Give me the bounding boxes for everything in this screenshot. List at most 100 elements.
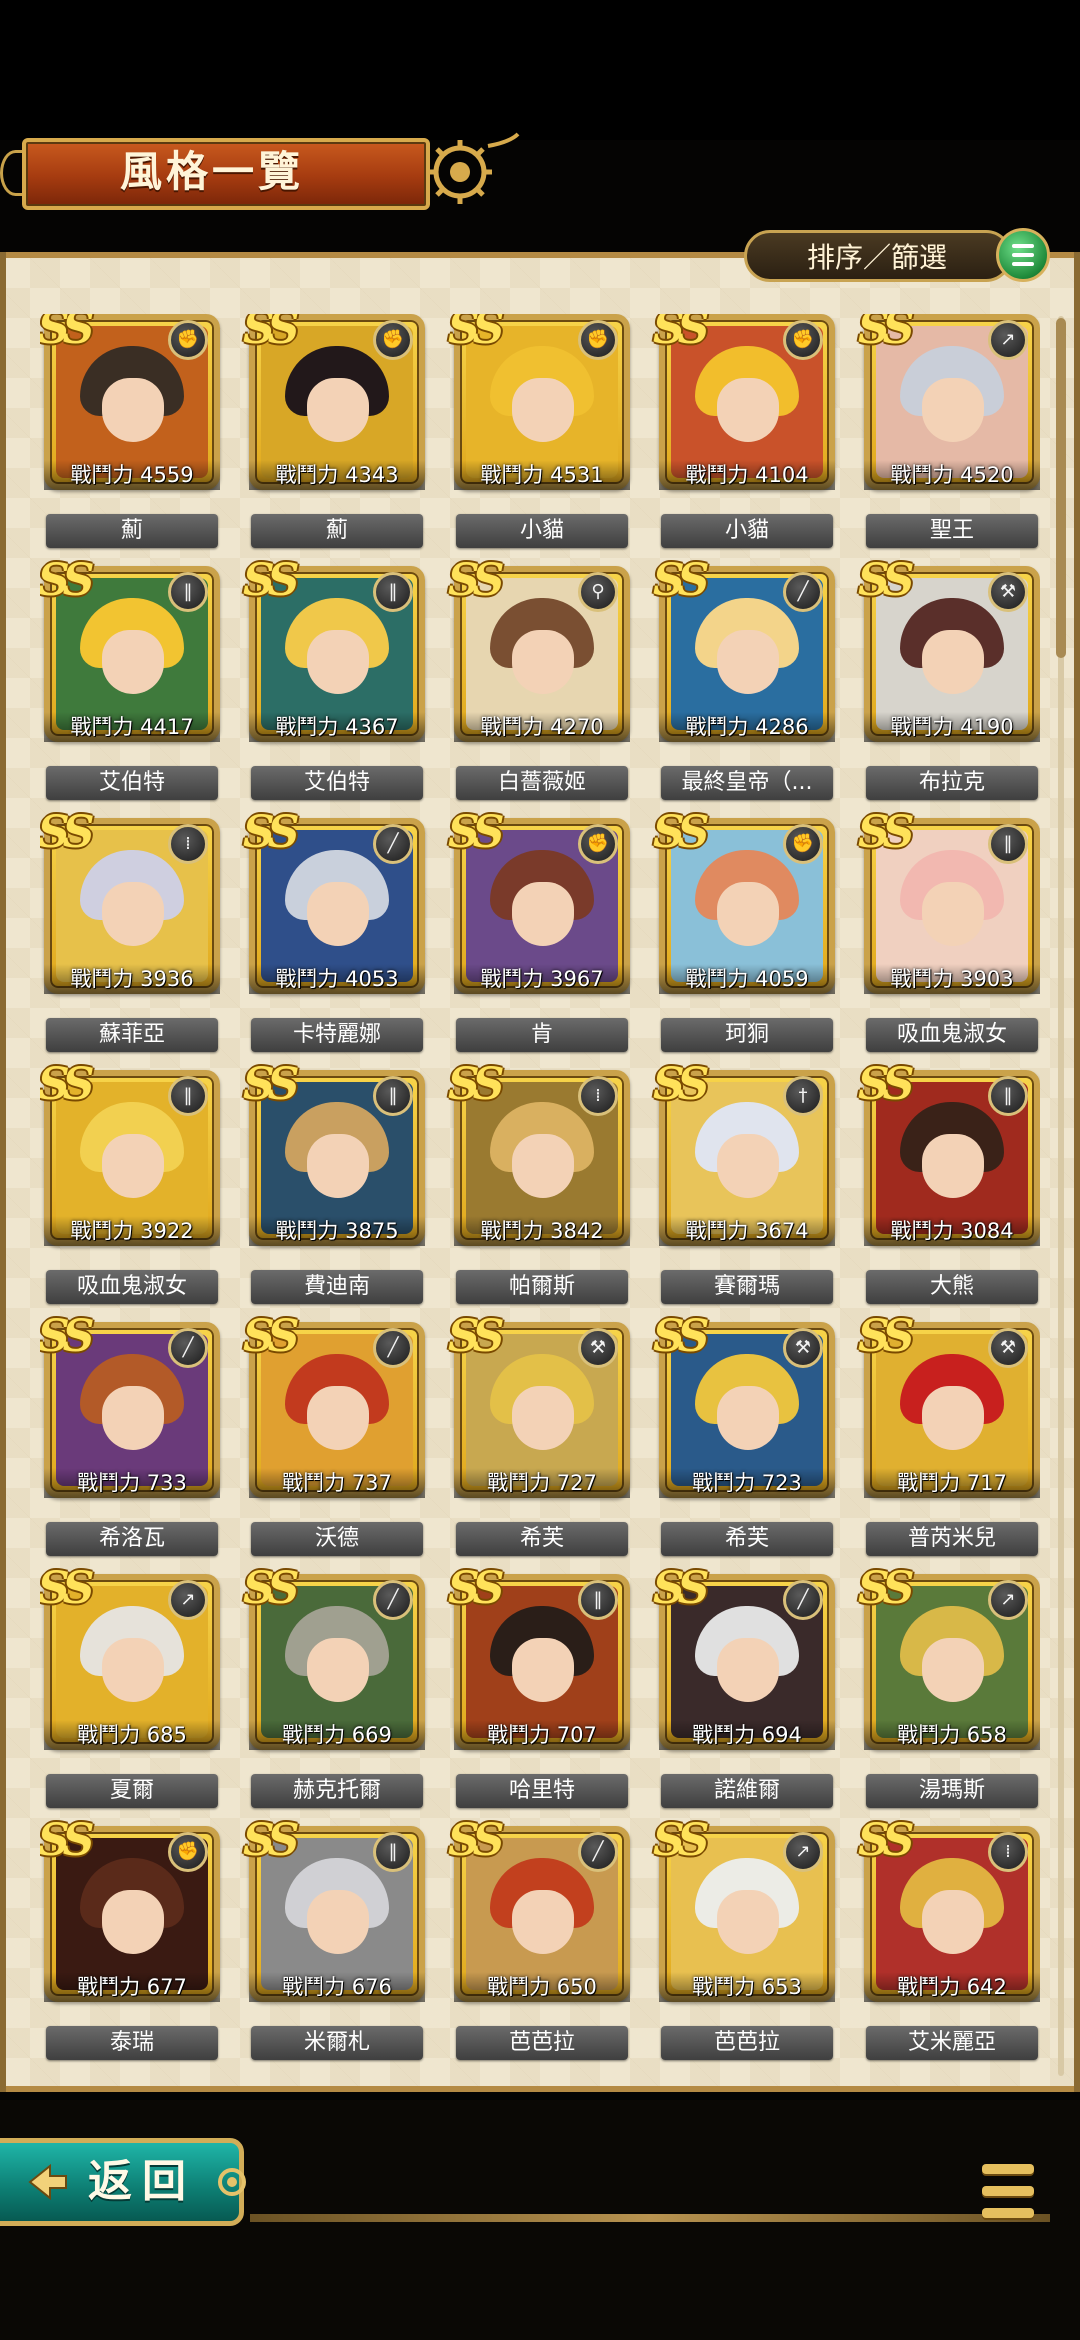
combat-power: 戰鬥力 733 (44, 1468, 220, 1498)
combat-power: 戰鬥力 677 (44, 1972, 220, 2002)
back-arrow-icon (28, 2163, 67, 2201)
character-card[interactable]: SS ‖ 戰鬥力 4417 艾伯特 (40, 558, 224, 806)
character-name: 帕爾斯 (456, 1270, 628, 1304)
character-grid: SS ✊ 戰鬥力 4559 薊 SS ✊ 戰鬥力 4343 薊 SS ✊ 戰鬥力 4531 小貓 SS ✊… (40, 314, 1040, 2094)
rarity-badge: SS (653, 314, 710, 354)
sort-menu-icon[interactable] (996, 228, 1050, 282)
character-card[interactable]: SS ‖ 戰鬥力 707 哈里特 (448, 1566, 634, 1814)
character-card[interactable]: SS ⚲ 戰鬥力 4270 白薔薇姬 (448, 558, 634, 806)
combat-power: 戰鬥力 723 (659, 1468, 835, 1498)
portrait-face (717, 1134, 779, 1198)
character-name: 艾伯特 (46, 766, 218, 800)
top-bar (0, 0, 1080, 140)
character-card[interactable]: SS ╱ 戰鬥力 4053 卡特麗娜 (243, 810, 429, 1058)
sword-icon: ╱ (168, 1328, 208, 1368)
rarity-badge: SS (243, 1815, 300, 1866)
combat-power: 戰鬥力 4531 (454, 460, 630, 490)
character-card[interactable]: SS ╱ 戰鬥力 4286 最終皇帝（... (653, 558, 839, 806)
character-card[interactable]: SS ‖ 戰鬥力 3875 費迪南 (243, 1062, 429, 1310)
combat-power: 戰鬥力 727 (454, 1468, 630, 1498)
rarity-badge: SS (858, 1059, 915, 1110)
character-card[interactable]: SS † 戰鬥力 3674 賽爾瑪 (653, 1062, 839, 1310)
combat-power: 戰鬥力 4053 (249, 964, 425, 994)
combat-power: 戰鬥力 3084 (864, 1216, 1040, 1246)
rarity-badge: SS (243, 1059, 300, 1110)
character-name: 布拉克 (866, 766, 1038, 800)
scrollbar-thumb[interactable] (1056, 318, 1066, 658)
rarity-badge: SS (40, 314, 95, 354)
character-name: 蘇菲亞 (46, 1018, 218, 1052)
page-title: 風格一覽 (120, 147, 305, 196)
character-card[interactable]: SS ✊ 戰鬥力 3967 肯 (448, 810, 634, 1058)
character-card[interactable]: SS ⚒ 戰鬥力 4190 布拉克 (858, 558, 1040, 806)
portrait-face (717, 882, 779, 946)
character-card[interactable]: SS ↗ 戰鬥力 658 湯瑪斯 (858, 1566, 1040, 1814)
main-menu-button[interactable] (962, 2150, 1052, 2240)
character-card[interactable]: SS ✊ 戰鬥力 4059 珂狪 (653, 810, 839, 1058)
character-name: 赫克托爾 (251, 1774, 423, 1808)
character-card[interactable]: SS ‖ 戰鬥力 3922 吸血鬼淑女 (40, 1062, 224, 1310)
combat-power: 戰鬥力 3903 (864, 964, 1040, 994)
character-card[interactable]: SS ╱ 戰鬥力 737 沃德 (243, 1314, 429, 1562)
character-card[interactable]: SS ✊ 戰鬥力 4531 小貓 (448, 314, 634, 554)
combat-power: 戰鬥力 4520 (864, 460, 1040, 490)
character-card[interactable]: SS ✊ 戰鬥力 4559 薊 (40, 314, 224, 554)
character-name: 希洛瓦 (46, 1522, 218, 1556)
character-name: 芭芭拉 (456, 2026, 628, 2060)
character-card[interactable]: SS ╱ 戰鬥力 669 赫克托爾 (243, 1566, 429, 1814)
gear-ornament-icon (428, 132, 520, 204)
character-card[interactable]: SS ⁞ 戰鬥力 642 艾米麗亞 (858, 1818, 1040, 2066)
character-card[interactable]: SS ‖ 戰鬥力 676 米爾札 (243, 1818, 429, 2066)
portrait-face (717, 378, 779, 442)
character-card[interactable]: SS ⚒ 戰鬥力 727 希芙 (448, 1314, 634, 1562)
combat-power: 戰鬥力 4367 (249, 712, 425, 742)
rapier-icon: † (783, 1076, 823, 1116)
character-name: 普芮米兒 (866, 1522, 1038, 1556)
character-card[interactable]: SS ↗ 戰鬥力 685 夏爾 (40, 1566, 224, 1814)
character-card[interactable]: SS ⁞ 戰鬥力 3936 蘇菲亞 (40, 810, 224, 1058)
character-card[interactable]: SS ↗ 戰鬥力 653 芭芭拉 (653, 1818, 839, 2066)
character-card[interactable]: SS ‖ 戰鬥力 3903 吸血鬼淑女 (858, 810, 1040, 1058)
character-name: 芭芭拉 (661, 2026, 833, 2060)
combat-power: 戰鬥力 669 (249, 1720, 425, 1750)
axe-icon: ⚒ (578, 1328, 618, 1368)
rarity-badge: SS (858, 314, 915, 354)
character-name: 大熊 (866, 1270, 1038, 1304)
rarity-badge: SS (448, 1815, 505, 1866)
portrait-face (512, 1386, 574, 1450)
gun-icon: ⁞ (988, 1832, 1028, 1872)
rarity-badge: SS (40, 555, 95, 606)
gun-icon: ⁞ (168, 824, 208, 864)
character-name: 諾維爾 (661, 1774, 833, 1808)
greatsword-icon: ‖ (373, 1832, 413, 1872)
character-card[interactable]: SS ⁞ 戰鬥力 3842 帕爾斯 (448, 1062, 634, 1310)
character-name: 費迪南 (251, 1270, 423, 1304)
portrait-face (717, 1386, 779, 1450)
combat-power: 戰鬥力 3875 (249, 1216, 425, 1246)
portrait-face (717, 1890, 779, 1954)
rarity-badge: SS (448, 1311, 505, 1362)
portrait-face (512, 1134, 574, 1198)
character-name: 哈里特 (456, 1774, 628, 1808)
character-card[interactable]: SS ‖ 戰鬥力 4367 艾伯特 (243, 558, 429, 806)
character-card[interactable]: SS ‖ 戰鬥力 3084 大熊 (858, 1062, 1040, 1310)
portrait-face (922, 630, 984, 694)
combat-power: 戰鬥力 4417 (44, 712, 220, 742)
character-card[interactable]: SS ✊ 戰鬥力 4104 小貓 (653, 314, 839, 554)
character-card[interactable]: SS ╱ 戰鬥力 650 芭芭拉 (448, 1818, 634, 2066)
sort-filter-button[interactable]: 排序／篩選 (744, 230, 1012, 282)
combat-power: 戰鬥力 3922 (44, 1216, 220, 1246)
rarity-badge: SS (448, 555, 505, 606)
character-card[interactable]: SS ↗ 戰鬥力 4520 聖王 (858, 314, 1040, 554)
character-card[interactable]: SS ⚒ 戰鬥力 717 普芮米兒 (858, 1314, 1040, 1562)
character-name: 小貓 (456, 514, 628, 548)
character-card[interactable]: SS ╱ 戰鬥力 694 諾維爾 (653, 1566, 839, 1814)
sword-icon: ╱ (373, 1580, 413, 1620)
portrait-face (307, 1890, 369, 1954)
character-card[interactable]: SS ⚒ 戰鬥力 723 希芙 (653, 1314, 839, 1562)
portrait-face (307, 1134, 369, 1198)
character-card[interactable]: SS ✊ 戰鬥力 4343 薊 (243, 314, 429, 554)
portrait-face (102, 1386, 164, 1450)
character-card[interactable]: SS ✊ 戰鬥力 677 泰瑞 (40, 1818, 224, 2066)
character-card[interactable]: SS ╱ 戰鬥力 733 希洛瓦 (40, 1314, 224, 1562)
